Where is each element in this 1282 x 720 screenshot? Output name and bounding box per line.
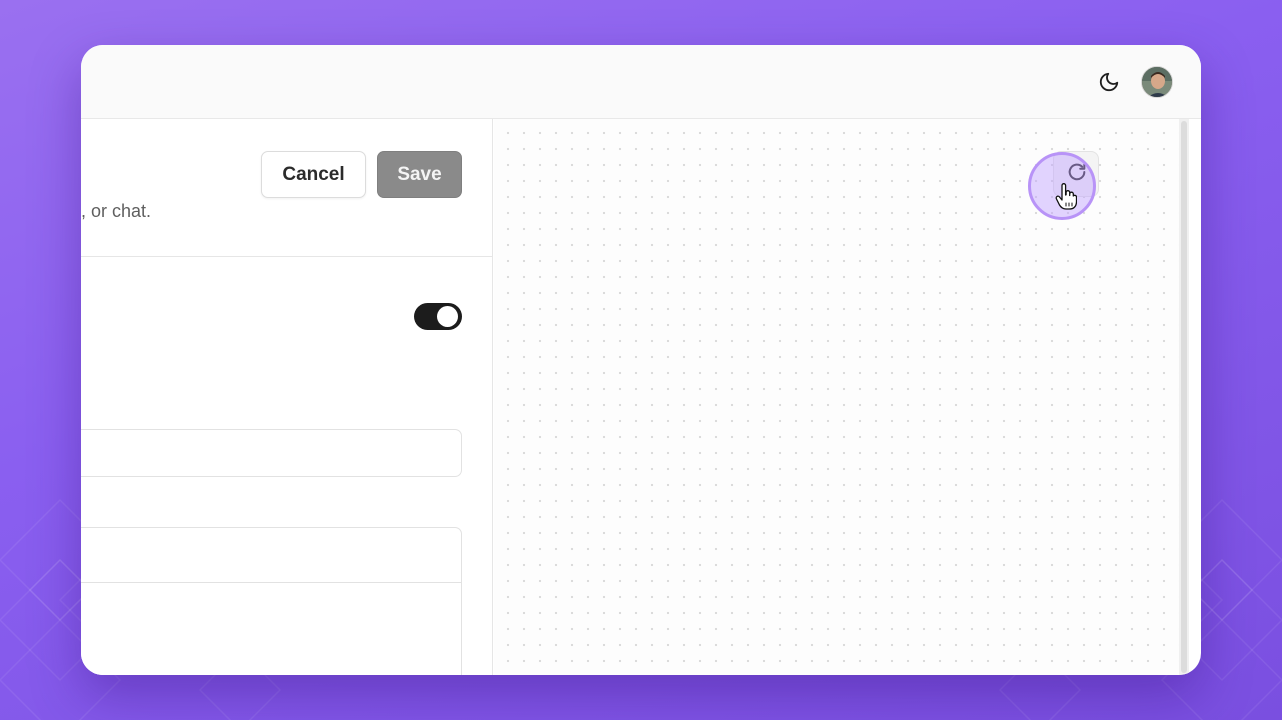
app-window: Cancel Save , or chat. — [81, 45, 1201, 675]
scrollbar[interactable] — [1179, 119, 1189, 675]
toggle-knob — [437, 306, 458, 327]
divider — [81, 256, 493, 257]
avatar[interactable] — [1141, 66, 1173, 98]
editor-panel: Cancel Save , or chat. — [81, 119, 493, 675]
textarea-divider — [81, 582, 461, 583]
save-button[interactable]: Save — [377, 151, 462, 198]
moon-icon[interactable] — [1098, 71, 1120, 93]
top-bar — [81, 45, 1201, 119]
cancel-button[interactable]: Cancel — [261, 151, 366, 198]
scrollbar-thumb[interactable] — [1181, 121, 1187, 673]
editor-textarea[interactable] — [81, 527, 462, 675]
panel-description: , or chat. — [81, 201, 152, 221]
text-input[interactable] — [81, 429, 462, 477]
hand-pointer-icon — [1055, 183, 1078, 211]
enable-toggle[interactable] — [414, 303, 462, 330]
